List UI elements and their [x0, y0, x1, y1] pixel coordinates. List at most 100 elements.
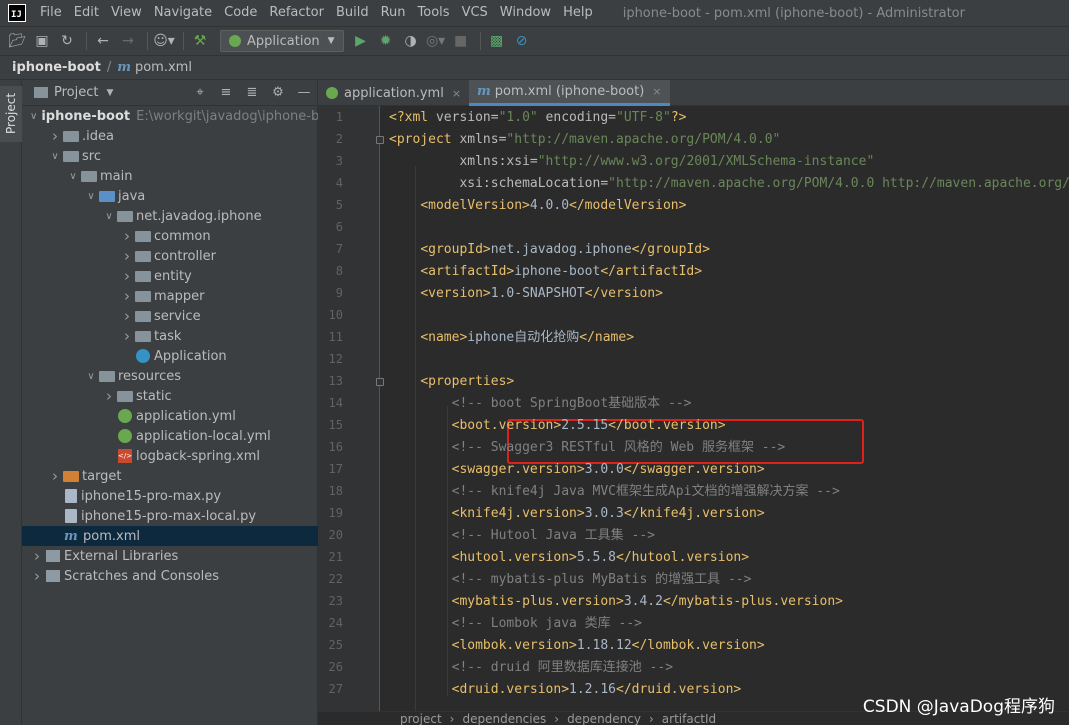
chevron-right-icon[interactable]: › — [102, 387, 116, 405]
tree-item[interactable]: ∨ iphone-boot E:\workgit\javadog\iphone-b — [22, 106, 319, 126]
tree-item[interactable]: ∨ java — [22, 186, 318, 206]
close-tab-icon[interactable]: × — [452, 87, 461, 100]
run-icon[interactable]: ▶ — [350, 30, 372, 52]
menu-help[interactable]: Help — [557, 0, 599, 26]
minimize-icon[interactable]: — — [291, 85, 317, 100]
tree-item[interactable]: application-local.yml — [22, 426, 318, 446]
menu-view[interactable]: View — [105, 0, 148, 26]
project-panel: Project ▼ ⌖ ≡ ≣ ⚙ — ∨ iphone-boot E:\workg… — [22, 80, 319, 725]
menu-window[interactable]: Window — [494, 0, 557, 26]
chevron-right-icon[interactable]: › — [120, 307, 134, 325]
menu-code[interactable]: Code — [218, 0, 263, 26]
expand-all-icon[interactable]: ≡ — [213, 85, 239, 100]
line-number: 25 — [328, 638, 343, 652]
editor-tab[interactable]: application.yml × — [318, 80, 469, 106]
collapse-all-icon[interactable]: ≣ — [239, 85, 265, 100]
tree-item[interactable]: › Scratches and Consoles — [22, 566, 318, 586]
coverage-icon[interactable]: ◑ — [400, 30, 422, 52]
tree-item[interactable]: </> logback-spring.xml — [22, 446, 318, 466]
tree-item[interactable]: › mapper — [22, 286, 318, 306]
build-hammer-icon[interactable]: ⚒ — [189, 30, 211, 52]
tree-item-label: iphone15-pro-max-local.py — [81, 508, 257, 524]
project-panel-title[interactable]: Project — [54, 85, 98, 100]
menu-edit[interactable]: Edit — [68, 0, 105, 26]
xml-breadcrumb-item[interactable]: artifactId — [662, 712, 716, 725]
tree-item[interactable]: › common — [22, 226, 318, 246]
chevron-down-icon[interactable]: ∨ — [66, 171, 80, 182]
tree-item[interactable]: › .idea — [22, 126, 318, 146]
line-number: 14 — [328, 396, 343, 410]
xml-breadcrumb-item[interactable]: dependencies — [462, 712, 546, 725]
tree-item[interactable]: ∨ net.javadog.iphone — [22, 206, 318, 226]
sync-icon[interactable]: ↻ — [56, 30, 78, 52]
chevron-right-icon[interactable]: › — [120, 267, 134, 285]
tree-item[interactable]: iphone15-pro-max-local.py — [22, 506, 318, 526]
breadcrumb-file[interactable]: pom.xml — [135, 60, 192, 75]
xml-breadcrumb-item[interactable]: project — [400, 712, 442, 725]
chevron-down-icon[interactable]: ∨ — [84, 191, 98, 202]
menu-file[interactable]: File — [34, 0, 68, 26]
no-entry-icon[interactable]: ⊘ — [511, 30, 533, 52]
debug-icon[interactable]: ✹ — [375, 30, 397, 52]
chevron-down-icon[interactable]: ▼ — [106, 88, 113, 98]
tree-item[interactable]: ∨ src — [22, 146, 318, 166]
chevron-right-icon[interactable]: › — [120, 227, 134, 245]
tree-item[interactable]: Application — [22, 346, 318, 366]
xml-breadcrumb-item[interactable]: dependency — [567, 712, 641, 725]
chevron-right-icon[interactable]: › — [30, 547, 44, 565]
back-icon[interactable]: ← — [92, 30, 114, 52]
chevron-down-icon[interactable]: ∨ — [48, 151, 62, 162]
tree-item[interactable]: › task — [22, 326, 318, 346]
tree-item[interactable]: ∨ resources — [22, 366, 318, 386]
chevron-right-icon[interactable]: › — [120, 247, 134, 265]
menu-vcs[interactable]: VCS — [456, 0, 494, 26]
tree-item[interactable]: iphone15-pro-max.py — [22, 486, 318, 506]
tree-item[interactable]: › External Libraries — [22, 546, 318, 566]
forward-icon[interactable]: → — [117, 30, 139, 52]
chevron-right-icon[interactable]: › — [120, 327, 134, 345]
editor-area: application.yml × m pom.xml (iphone-boot) × … — [318, 80, 1069, 725]
chevron-down-icon[interactable]: ∨ — [30, 111, 37, 122]
tree-item[interactable]: › entity — [22, 266, 318, 286]
code-view[interactable]: <?xml version="1.0" encoding="UTF-8"?> <p… — [381, 106, 1069, 711]
chevron-down-icon[interactable]: ∨ — [102, 211, 116, 222]
menu-build[interactable]: Build — [330, 0, 375, 26]
user-icon[interactable]: ☺▾ — [153, 30, 175, 52]
stop-icon[interactable]: ■ — [450, 30, 472, 52]
tree-item[interactable]: ∨ main — [22, 166, 318, 186]
menu-tools[interactable]: Tools — [412, 0, 456, 26]
run-configuration-select[interactable]: Application ▼ — [220, 30, 344, 52]
chevron-right-icon[interactable]: › — [48, 127, 62, 145]
toolbar-separator — [86, 32, 87, 50]
save-icon[interactable]: ▣ — [31, 30, 53, 52]
monitor-icon[interactable]: ▩ — [486, 30, 508, 52]
code-token: <hutool.version> — [451, 550, 577, 565]
tree-item[interactable]: › controller — [22, 246, 318, 266]
tree-item[interactable]: › static — [22, 386, 318, 406]
chevron-down-icon[interactable]: ∨ — [84, 371, 98, 382]
line-number: 17 — [328, 462, 343, 476]
folder-icon — [117, 211, 133, 222]
locate-icon[interactable]: ⌖ — [187, 85, 213, 100]
open-folder-icon[interactable]: 📂︎ — [6, 30, 28, 52]
tree-item[interactable]: m pom.xml — [22, 526, 318, 546]
chevron-right-icon[interactable]: › — [48, 467, 62, 485]
project-tool-tab[interactable]: Project — [0, 86, 22, 142]
menu-run[interactable]: Run — [375, 0, 412, 26]
tree-item[interactable]: application.yml — [22, 406, 318, 426]
breadcrumb-project[interactable]: iphone-boot — [12, 60, 101, 75]
line-number: 15 — [328, 418, 343, 432]
code-token: xmlns:xsi= — [459, 154, 538, 169]
close-tab-icon[interactable]: × — [652, 85, 661, 98]
chevron-right-icon[interactable]: › — [120, 287, 134, 305]
tree-item-label: target — [82, 468, 122, 484]
editor-tab[interactable]: m pom.xml (iphone-boot) × — [469, 80, 670, 106]
tree-item[interactable]: › service — [22, 306, 318, 326]
profile-icon[interactable]: ◎▾ — [425, 30, 447, 52]
tree-item[interactable]: › target — [22, 466, 318, 486]
menu-refactor[interactable]: Refactor — [263, 0, 330, 26]
gear-icon[interactable]: ⚙ — [265, 85, 291, 100]
menu-navigate[interactable]: Navigate — [148, 0, 218, 26]
chevron-right-icon[interactable]: › — [30, 567, 44, 585]
